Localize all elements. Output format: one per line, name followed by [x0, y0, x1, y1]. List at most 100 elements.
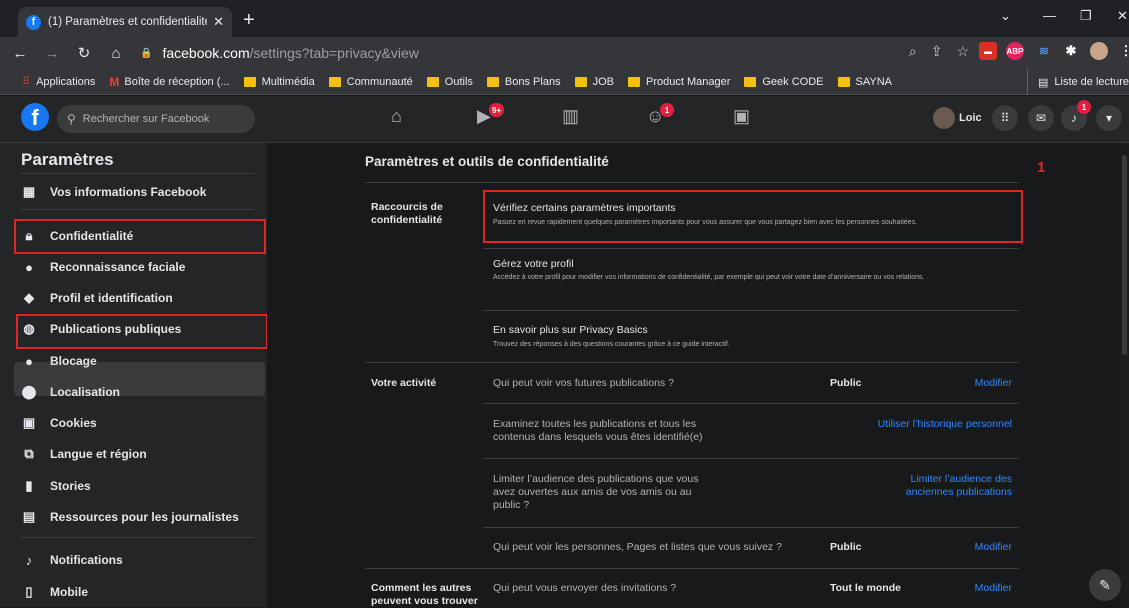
- folder-icon: [243, 76, 256, 87]
- reload-icon[interactable]: ↻: [72, 44, 96, 62]
- compose-icon: ✎: [1099, 576, 1111, 593]
- sidebar-item-language[interactable]: ⧉ Langue et région: [21, 443, 146, 465]
- bookmark-folder[interactable]: Product Manager: [627, 76, 730, 88]
- menu-grid-icon[interactable]: ⠿: [992, 105, 1018, 131]
- sidebar-item-profile-tagging[interactable]: ◆ Profil et identification: [21, 287, 173, 309]
- setting-following-list: Qui peut voir les personnes, Pages et li…: [493, 541, 782, 553]
- bookmark-applications[interactable]: ⠿ Applications: [22, 75, 95, 89]
- lock-icon: 🔒: [140, 47, 153, 59]
- home-icon[interactable]: ⌂: [104, 45, 128, 62]
- divider: [483, 248, 1019, 249]
- folder-icon: [574, 76, 587, 87]
- bookmark-inbox[interactable]: M Boîte de réception (...: [109, 75, 229, 89]
- sidebar-item-notifications[interactable]: ♪ Notifications: [21, 549, 123, 571]
- reading-list-icon: ▤: [1037, 76, 1049, 89]
- divider: [365, 568, 1019, 569]
- forward-icon[interactable]: →: [40, 45, 64, 62]
- close-tab-icon[interactable]: ✕: [213, 14, 224, 30]
- sidebar-title: Paramètres: [21, 150, 114, 169]
- marketplace-nav-icon[interactable]: ▥: [562, 106, 579, 127]
- tag-icon: ◆: [24, 290, 34, 305]
- page-title: Paramètres et outils de confidentialité: [365, 154, 609, 169]
- modify-link[interactable]: Modifier: [975, 377, 1012, 390]
- close-window-button[interactable]: ✕: [1117, 8, 1128, 24]
- shortcut-privacy-basics[interactable]: En savoir plus sur Privacy Basics: [493, 324, 648, 337]
- facebook-logo-icon[interactable]: f: [21, 103, 49, 131]
- activity-log-link[interactable]: Utiliser l’historique personnel: [878, 418, 1012, 431]
- profile-button[interactable]: Loic: [933, 107, 982, 129]
- annotation-number: 1: [1037, 159, 1046, 176]
- bookmark-star-icon[interactable]: ☆: [956, 43, 969, 60]
- groups-badge: 1: [660, 103, 674, 117]
- address-bar[interactable]: 🔒 facebook.com /settings?tab=privacy&vie…: [140, 41, 970, 65]
- extension-red-icon[interactable]: ▬: [979, 42, 997, 60]
- location-icon: ⬤: [21, 384, 37, 399]
- browser-toolbar: ← → ↻ ⌂ 🔒 facebook.com /settings?tab=pri…: [0, 37, 1129, 69]
- newspaper-icon: ▤: [22, 509, 36, 524]
- shortcut-important-settings[interactable]: Vérifiez certains paramètres importants: [493, 202, 676, 215]
- gaming-nav-icon[interactable]: ▣: [733, 106, 750, 127]
- folder-icon: [486, 76, 499, 87]
- url-path: /settings?tab=privacy&view: [249, 45, 419, 61]
- folder-icon: [328, 76, 341, 87]
- sidebar-item-stories[interactable]: ▮ Stories: [21, 475, 90, 497]
- limit-past-posts-link[interactable]: Limiter l’audience des anciennes publica…: [872, 473, 1012, 499]
- extension-blue-icon[interactable]: ≋: [1035, 42, 1053, 60]
- new-tab-button[interactable]: +: [243, 9, 255, 32]
- reading-list-button[interactable]: ▤ Liste de lecture: [1026, 69, 1129, 95]
- tab-search-icon[interactable]: ⌄: [1000, 8, 1011, 24]
- divider: [21, 537, 254, 538]
- share-icon[interactable]: ⇪: [931, 43, 943, 60]
- bookmark-folder[interactable]: JOB: [574, 76, 614, 88]
- shortcut-manage-profile[interactable]: Gérez votre profil: [493, 258, 574, 271]
- bookmark-folder[interactable]: Multimédia: [243, 76, 315, 88]
- section-label-shortcuts: Raccourcis de confidentialité: [371, 201, 443, 226]
- shortcut-description: Passez en revue rapidement quelques para…: [493, 219, 918, 226]
- modify-link[interactable]: Modifier: [975, 582, 1012, 595]
- extensions-puzzle-icon[interactable]: ✱: [1062, 42, 1080, 60]
- scrollbar-thumb[interactable]: [1122, 155, 1127, 355]
- bookmark-folder[interactable]: Bons Plans: [486, 76, 561, 88]
- browser-menu-icon[interactable]: ⋮: [1117, 42, 1129, 60]
- zoom-icon[interactable]: ⌕: [909, 43, 917, 60]
- sidebar-item-face-recognition[interactable]: ● Reconnaissance faciale: [21, 256, 185, 278]
- setting-value: Tout le monde: [830, 582, 901, 594]
- sidebar-item-location[interactable]: ⬤ Localisation: [21, 381, 120, 403]
- facebook-search-input[interactable]: ⚲ Rechercher sur Facebook: [57, 105, 255, 133]
- bookmark-folder[interactable]: Outils: [426, 76, 473, 88]
- adblock-extension-icon[interactable]: ABP: [1006, 42, 1024, 60]
- home-nav-icon[interactable]: ⌂: [391, 106, 402, 127]
- restore-button[interactable]: ❐: [1080, 8, 1092, 24]
- shortcut-description: Trouvez des réponses à des questions cou…: [493, 341, 730, 348]
- sidebar-item-your-information[interactable]: ▦ Vos informations Facebook: [21, 181, 207, 203]
- sidebar-item-cookies[interactable]: ▣ Cookies: [21, 412, 97, 434]
- bookmark-folder[interactable]: Communauté: [328, 76, 413, 88]
- bookmark-folder[interactable]: Geek CODE: [744, 76, 824, 88]
- annotation-box-public-posts: [16, 314, 268, 349]
- minimize-button[interactable]: —: [1043, 8, 1056, 23]
- modify-link[interactable]: Modifier: [975, 541, 1012, 554]
- folder-icon: [837, 76, 850, 87]
- sidebar-item-journalists[interactable]: ▤ Ressources pour les journalistes: [21, 506, 239, 528]
- account-dropdown-icon[interactable]: ▾: [1096, 105, 1122, 131]
- browser-tab[interactable]: f (1) Paramètres et confidentialité | ✕: [18, 7, 232, 37]
- bookmark-folder[interactable]: SAYNA: [837, 76, 892, 88]
- profile-avatar-icon[interactable]: [1090, 42, 1108, 60]
- folder-icon: [744, 76, 757, 87]
- sidebar-item-blocking[interactable]: ● Blocage: [21, 350, 97, 372]
- facebook-favicon-icon: f: [26, 14, 41, 30]
- messenger-icon[interactable]: ✉: [1028, 105, 1054, 131]
- setting-future-posts: Qui peut voir vos futures publications ?: [493, 377, 674, 389]
- back-icon[interactable]: ←: [8, 45, 32, 62]
- grid-icon: ▦: [22, 184, 36, 199]
- stories-icon: ▮: [25, 478, 33, 493]
- setting-friend-requests: Qui peut vous envoyer des invitations ?: [493, 582, 677, 594]
- new-message-button[interactable]: ✎: [1089, 569, 1121, 601]
- setting-value: Public: [830, 377, 862, 389]
- browser-tab-strip: f (1) Paramètres et confidentialité | ✕ …: [0, 0, 1129, 37]
- divider: [483, 527, 1019, 528]
- tab-title: (1) Paramètres et confidentialité |: [48, 16, 208, 28]
- bookmarks-bar: ⠿ Applications M Boîte de réception (... M…: [0, 69, 1129, 95]
- folder-icon: [627, 76, 640, 87]
- sidebar-item-mobile[interactable]: ▯ Mobile: [21, 581, 88, 603]
